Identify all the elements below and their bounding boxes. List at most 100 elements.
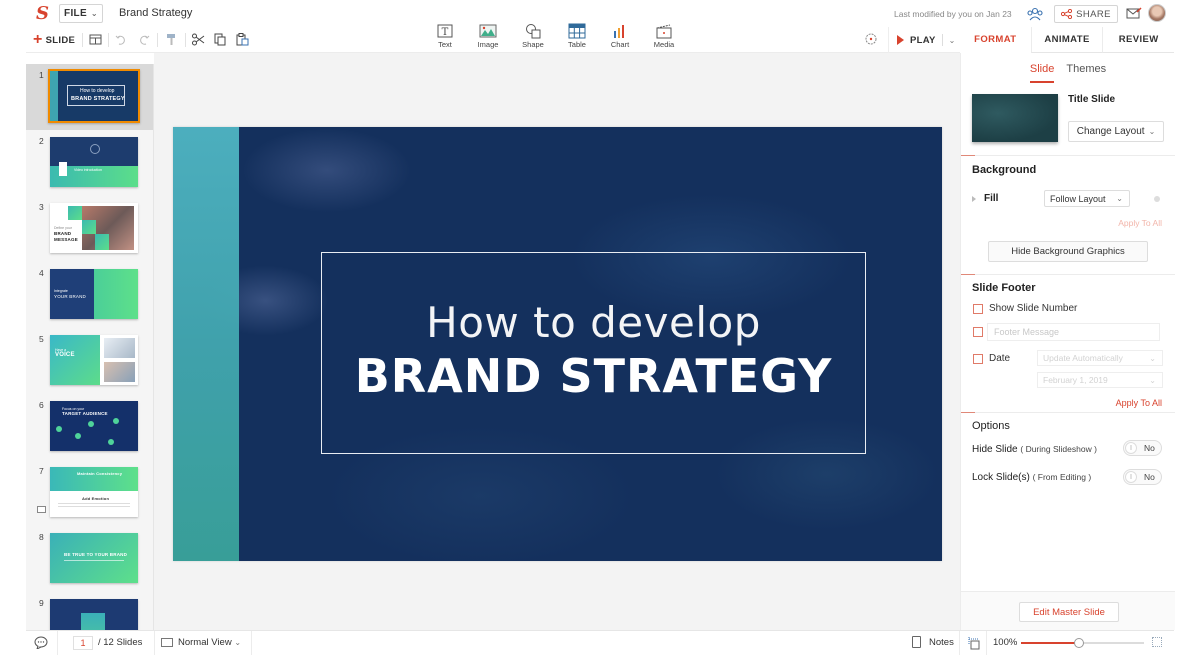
last-modified-text[interactable]: Last modified by you on Jan 23 (894, 9, 1012, 19)
slide-thumbnail-5[interactable]: 5 Have a VOICE (26, 328, 153, 394)
background-apply-to-all-link[interactable]: Apply To All (1118, 218, 1162, 228)
document-title[interactable]: Brand Strategy (119, 7, 192, 19)
slide-number: 3 (39, 202, 44, 212)
expand-caret-icon[interactable] (972, 196, 976, 202)
user-avatar[interactable] (1148, 4, 1166, 22)
current-page-input[interactable]: 1 (73, 636, 93, 650)
slide-thumbnail-7[interactable]: 7 Maintain Consistency Add Emotion (26, 460, 153, 526)
footer-message-checkbox[interactable] (973, 327, 983, 337)
show-slide-number-checkbox[interactable] (973, 303, 983, 314)
subtab-slide[interactable]: Slide (1029, 63, 1055, 83)
insert-image-button[interactable]: Image (468, 23, 508, 49)
date-mode-select[interactable]: Update Automatically ⌄ (1037, 350, 1163, 366)
tab-review[interactable]: REVIEW (1102, 27, 1175, 53)
notes-icon[interactable] (912, 636, 921, 648)
zoom-slider[interactable] (1021, 638, 1144, 648)
share-button[interactable]: SHARE (1054, 5, 1118, 23)
footer-apply-to-all-link[interactable]: Apply To All (1116, 398, 1162, 408)
copy-icon[interactable] (213, 32, 228, 47)
toolbar: + SLIDE T Text Image Shape Table Chart M… (26, 23, 960, 53)
thumb-kicker: Define your (54, 226, 72, 230)
insert-shape-button[interactable]: Shape (513, 23, 553, 49)
slide-sorter-icon[interactable] (967, 636, 981, 650)
lock-slide-toggle[interactable]: || No (1123, 469, 1162, 485)
chat-icon[interactable] (34, 636, 48, 649)
slide-thumbnail-2[interactable]: 2 Video introduction (26, 130, 153, 196)
format-painter-icon[interactable] (164, 32, 179, 47)
normal-view-icon[interactable] (161, 638, 173, 647)
footer-message-input[interactable]: Footer Message (987, 323, 1160, 341)
file-menu-button[interactable]: FILE ⌄ (59, 4, 103, 23)
cut-icon[interactable] (191, 32, 206, 47)
insert-shape-label: Shape (522, 40, 544, 49)
insert-chart-button[interactable]: Chart (600, 23, 640, 49)
divider (185, 33, 186, 47)
fill-color-picker[interactable] (1139, 190, 1165, 207)
slide-title-line1[interactable]: How to develop (426, 298, 761, 347)
section-divider (961, 155, 1175, 156)
paste-icon[interactable] (235, 32, 250, 47)
layout-icon[interactable] (88, 32, 103, 47)
hide-background-graphics-button[interactable]: Hide Background Graphics (988, 241, 1148, 262)
options-section-title: Options (972, 420, 1010, 432)
slide-thumbnail-6[interactable]: 6 Focus on your TARGET AUDIENCE (26, 394, 153, 460)
slide-title-line2[interactable]: BRAND STRATEGY (355, 349, 833, 403)
app-logo-icon[interactable]: S (36, 4, 50, 24)
add-slide-label: SLIDE (45, 34, 76, 46)
toggle-knob: || (1125, 442, 1137, 454)
fill-label: Fill (984, 193, 999, 204)
play-options-chevron-icon[interactable]: ⌄ (949, 36, 956, 45)
current-slide[interactable]: How to develop BRAND STRATEGY (173, 127, 942, 561)
toggle-knob: || (1125, 471, 1137, 483)
show-slide-number-label[interactable]: Show Slide Number (989, 303, 1077, 314)
text-box-icon: T (437, 24, 453, 38)
fill-type-value: Follow Layout (1050, 193, 1106, 204)
media-icon (656, 24, 672, 39)
date-format-select[interactable]: February 1, 2019 ⌄ (1037, 372, 1163, 388)
mail-icon[interactable] (1126, 7, 1142, 20)
date-checkbox[interactable] (973, 353, 983, 364)
image-icon (479, 24, 497, 38)
view-mode-dropdown[interactable]: Normal View ⌄ (178, 637, 241, 648)
layout-name: Title Slide (1068, 94, 1116, 105)
add-slide-button[interactable]: + SLIDE (33, 31, 75, 49)
layout-thumbnail[interactable] (972, 94, 1058, 142)
thumb-title-line2: BRAND STRATEGY (71, 96, 125, 102)
lock-slide-hint: ( From Editing ) (1032, 472, 1092, 482)
background-section-title: Background (972, 164, 1037, 176)
edit-master-slide-button[interactable]: Edit Master Slide (1019, 602, 1119, 622)
hide-slide-toggle[interactable]: || No (1123, 440, 1162, 456)
insert-text-button[interactable]: T Text (425, 23, 465, 49)
tab-animate[interactable]: ANIMATE (1030, 27, 1103, 53)
thumb-title: VOICE (55, 352, 75, 358)
settings-gear-icon[interactable] (864, 32, 878, 46)
slide-canvas[interactable]: How to develop BRAND STRATEGY (154, 53, 960, 630)
subtab-themes[interactable]: Themes (1066, 63, 1106, 83)
slide-thumbnail-panel[interactable]: 1 How to develop BRAND STRATEGY 2 Video … (26, 64, 154, 630)
slide-thumbnail-9[interactable]: 9 (26, 592, 153, 630)
slide-thumbnail-4[interactable]: 4 Integrate YOUR BRAND (26, 262, 153, 328)
slide-thumbnail-1[interactable]: 1 How to develop BRAND STRATEGY (26, 64, 153, 130)
svg-text:T: T (442, 27, 449, 38)
redo-icon[interactable] (136, 32, 151, 47)
collaborators-icon[interactable] (1026, 6, 1044, 22)
fit-to-screen-icon[interactable] (1152, 637, 1162, 647)
undo-icon[interactable] (114, 32, 129, 47)
title-text-box[interactable]: How to develop BRAND STRATEGY (321, 252, 866, 454)
play-icon[interactable] (897, 35, 904, 45)
insert-table-button[interactable]: Table (557, 23, 597, 49)
divider (986, 631, 987, 655)
change-layout-button[interactable]: Change Layout ⌄ (1068, 121, 1164, 142)
insert-media-button[interactable]: Media (644, 23, 684, 49)
presentation-app: S FILE ⌄ Brand Strategy Last modified by… (26, 0, 1175, 655)
slide-thumbnail-8[interactable]: 8 BE TRUE TO YOUR BRAND (26, 526, 153, 592)
thumb-title: BE TRUE TO YOUR BRAND (64, 552, 128, 557)
fill-type-select[interactable]: Follow Layout ⌄ (1044, 190, 1130, 207)
play-button[interactable]: PLAY (910, 35, 936, 46)
notes-button[interactable]: Notes (929, 637, 954, 648)
date-label[interactable]: Date (989, 353, 1010, 364)
tab-format[interactable]: FORMAT (960, 27, 1031, 53)
zoom-slider-handle[interactable] (1073, 638, 1084, 648)
slide-thumbnail-image: Maintain Consistency Add Emotion (50, 467, 138, 517)
slide-thumbnail-3[interactable]: 3 Define your BRAND MESSAGE (26, 196, 153, 262)
